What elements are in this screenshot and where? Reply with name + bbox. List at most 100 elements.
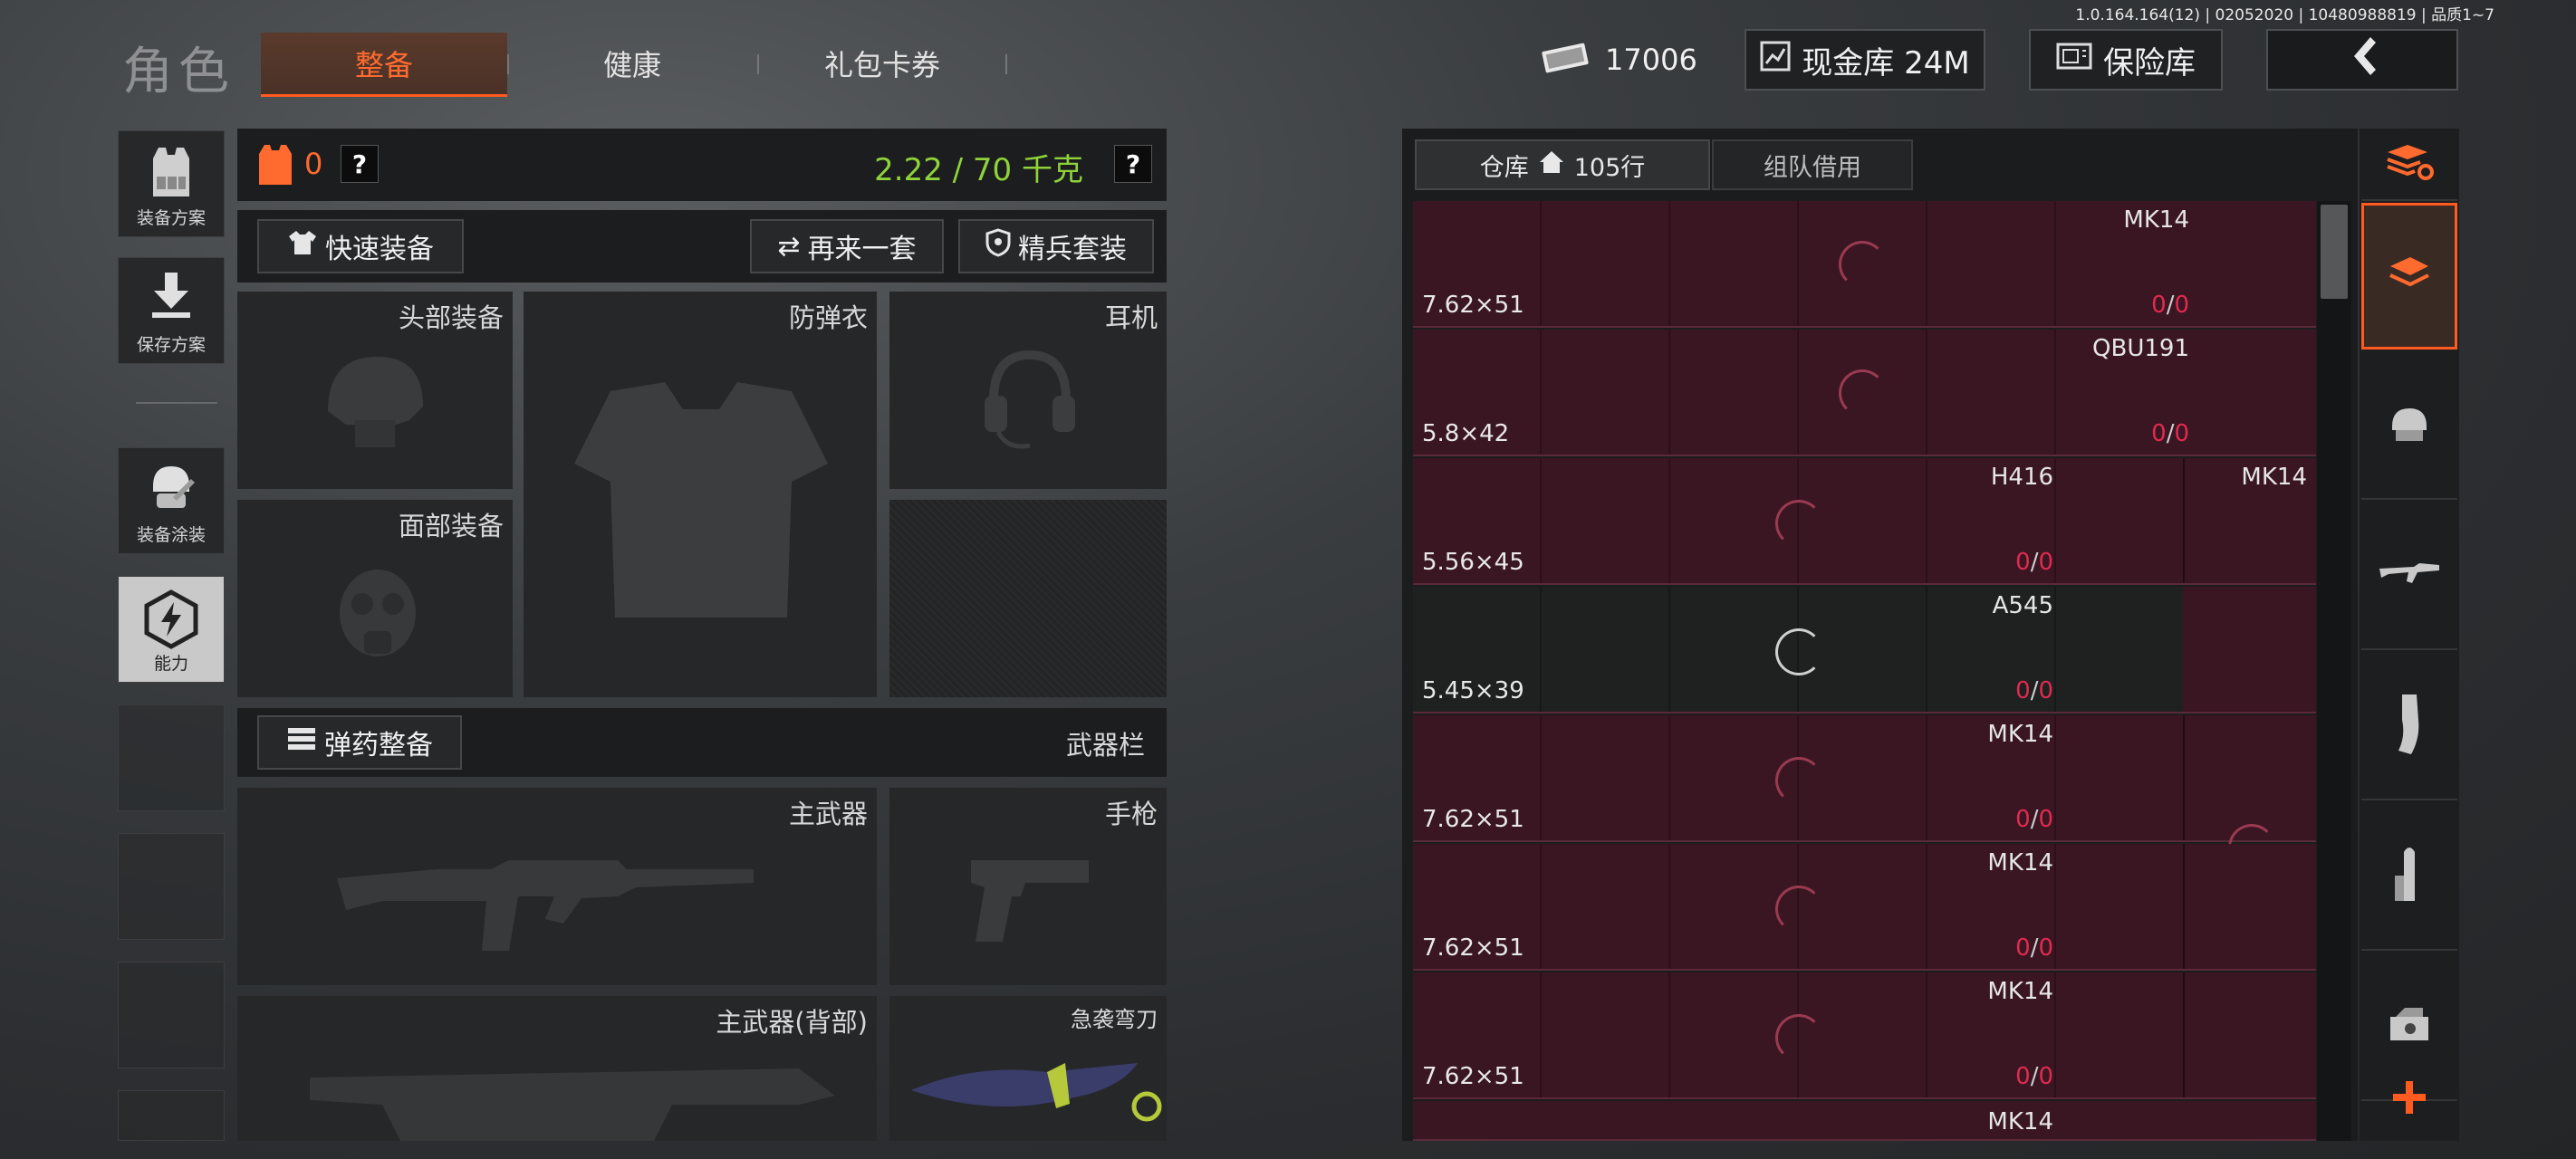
- cell-divider: [1668, 972, 1670, 1097]
- headset-silhouette-icon: [980, 346, 1080, 458]
- nav-equipment-skin[interactable]: 装备涂装: [118, 447, 225, 554]
- nav-loadout-plan[interactable]: 装备方案: [118, 130, 225, 237]
- count-value: 0: [2015, 934, 2031, 962]
- nav-label: 装备方案: [136, 208, 206, 228]
- bullet-icon: [2391, 843, 2427, 910]
- scrollbar-thumb[interactable]: [2321, 205, 2348, 299]
- cell-divider: [1540, 330, 1542, 455]
- gun-name: A545: [1992, 592, 2053, 619]
- ammo-loadout-button[interactable]: 弹药整备: [257, 715, 462, 770]
- warehouse-row[interactable]: H416 MK14 5.56×45 0/0: [1413, 458, 2316, 585]
- ammo-count: 0/0: [2015, 806, 2053, 833]
- sort-refresh-button[interactable]: [2361, 129, 2457, 201]
- cell-divider: [2054, 458, 2056, 583]
- quick-equip-label: 快速装备: [325, 234, 434, 265]
- slot-primary-weapon-back[interactable]: 主武器(背部): [237, 996, 877, 1141]
- count-value: 0: [2015, 549, 2031, 576]
- cell-divider: [2183, 972, 2185, 1097]
- warehouse-scrollbar[interactable]: [2317, 201, 2351, 1141]
- gun-name: H416: [1990, 464, 2053, 491]
- category-weapons[interactable]: [2361, 503, 2457, 650]
- armor-count: 0: [304, 147, 323, 181]
- cell-divider: [1540, 587, 1542, 712]
- gun-name: MK14: [2241, 464, 2307, 491]
- category-armor[interactable]: [2361, 353, 2457, 500]
- page-title: 角色: [122, 43, 235, 101]
- ammo-caliber: 5.8×42: [1422, 420, 1510, 447]
- quick-equip-button[interactable]: 快速装备: [257, 219, 464, 273]
- plus-icon: [2391, 1079, 2427, 1119]
- tab-loadout[interactable]: 整备: [261, 33, 507, 97]
- cell-divider: [1668, 844, 1670, 969]
- tab-warehouse-label: 仓库: [1479, 153, 1529, 182]
- tab-team-borrow[interactable]: 组队借用: [1712, 139, 1913, 190]
- count-max: 0: [2038, 549, 2053, 576]
- tab-label: 整备: [354, 48, 413, 82]
- count-max: 0: [2174, 420, 2189, 447]
- slot-label: 面部装备: [398, 511, 504, 541]
- cash-icon: [1540, 38, 1592, 82]
- tab-health[interactable]: 健康: [509, 33, 755, 94]
- nav-label: 能力: [153, 654, 188, 674]
- gun-name: MK14: [2123, 206, 2189, 234]
- weight-display: 2.22 / 70 千克: [874, 152, 1083, 188]
- cash-vault-button[interactable]: 现金库 24M: [1745, 29, 1985, 91]
- slot-label: 主武器: [788, 799, 868, 829]
- vest-icon: [146, 144, 197, 205]
- loadout-status-bar: 0 ? 2.22 / 70 千克 ?: [237, 129, 1167, 201]
- back-button[interactable]: [2266, 29, 2458, 91]
- nav-ability[interactable]: 能力: [118, 576, 225, 683]
- slot-primary-weapon[interactable]: 主武器: [237, 788, 877, 985]
- warehouse-row[interactable]: MK14 7.62×51 0/0: [1413, 715, 2316, 871]
- ammo-caliber: 5.56×45: [1422, 549, 1524, 576]
- cell-divider: [2054, 844, 2056, 969]
- slot-melee[interactable]: 急袭弯刀: [889, 996, 1167, 1141]
- armor-help-button[interactable]: ?: [341, 145, 379, 183]
- gun-name: QBU191: [2092, 335, 2189, 362]
- ability-icon: [143, 589, 199, 654]
- nav-empty-slot: [118, 962, 225, 1068]
- cell-divider: [2054, 330, 2056, 455]
- category-ammo[interactable]: [2361, 804, 2457, 951]
- tab-gift-coupons[interactable]: 礼包卡券: [759, 33, 1005, 94]
- warehouse-row[interactable]: MK14 7.62×51 0/0: [1413, 844, 2316, 971]
- slot-vest[interactable]: 防弹衣: [524, 292, 877, 697]
- loading-spinner-icon: [1775, 1014, 1822, 1061]
- cell-divider: [1668, 330, 1670, 455]
- count-max: 0: [2038, 806, 2053, 833]
- magazine-icon: [2391, 693, 2427, 760]
- vest-silhouette-icon: [556, 364, 846, 639]
- safe-button[interactable]: 保险库: [2029, 29, 2223, 91]
- pistol-silhouette-icon: [962, 851, 1098, 954]
- add-category-button[interactable]: [2361, 1061, 2457, 1137]
- warehouse-row[interactable]: QBU191 5.8×42 0/0: [1413, 330, 2316, 456]
- nav-save-plan[interactable]: 保存方案: [118, 257, 225, 364]
- elite-kit-button[interactable]: 精兵套装: [958, 219, 1154, 273]
- count-value: 0: [2151, 292, 2167, 319]
- gun-name: MK14: [1987, 1108, 2053, 1135]
- slot-headset[interactable]: 耳机: [889, 292, 1167, 489]
- loading-spinner-icon: [1839, 241, 1886, 288]
- elite-kit-label: 精兵套装: [1018, 234, 1127, 265]
- slot-face[interactable]: 面部装备: [237, 500, 513, 697]
- slot-head[interactable]: 头部装备: [237, 292, 513, 489]
- tab-warehouse[interactable]: 仓库 105行: [1415, 139, 1710, 190]
- weight-help-button[interactable]: ?: [1114, 145, 1152, 183]
- slot-pistol[interactable]: 手枪: [889, 788, 1167, 985]
- helmet-icon: [2387, 403, 2432, 448]
- warehouse-row[interactable]: MK14 7.62×51 0/0: [1413, 201, 2316, 328]
- again-button[interactable]: ⇄ 再来一套: [750, 219, 944, 273]
- category-magazines[interactable]: [2361, 654, 2457, 800]
- warehouse-row[interactable]: A545 5.45×39 0/0: [1413, 587, 2316, 714]
- cell-divider: [1926, 715, 1927, 840]
- ammo-count: 0/0: [2015, 677, 2053, 704]
- warehouse-row[interactable]: MK14: [1413, 1101, 2316, 1141]
- safe-icon: [2056, 42, 2092, 79]
- slot-label: 头部装备: [398, 302, 504, 333]
- warehouse-row[interactable]: MK14 7.62×51 0/0: [1413, 972, 2316, 1099]
- cell-divider: [1926, 330, 1927, 455]
- cell-divider: [1797, 330, 1799, 455]
- slot-label: 手枪: [1104, 799, 1158, 829]
- cell-divider: [1668, 587, 1670, 712]
- category-all[interactable]: [2361, 203, 2457, 350]
